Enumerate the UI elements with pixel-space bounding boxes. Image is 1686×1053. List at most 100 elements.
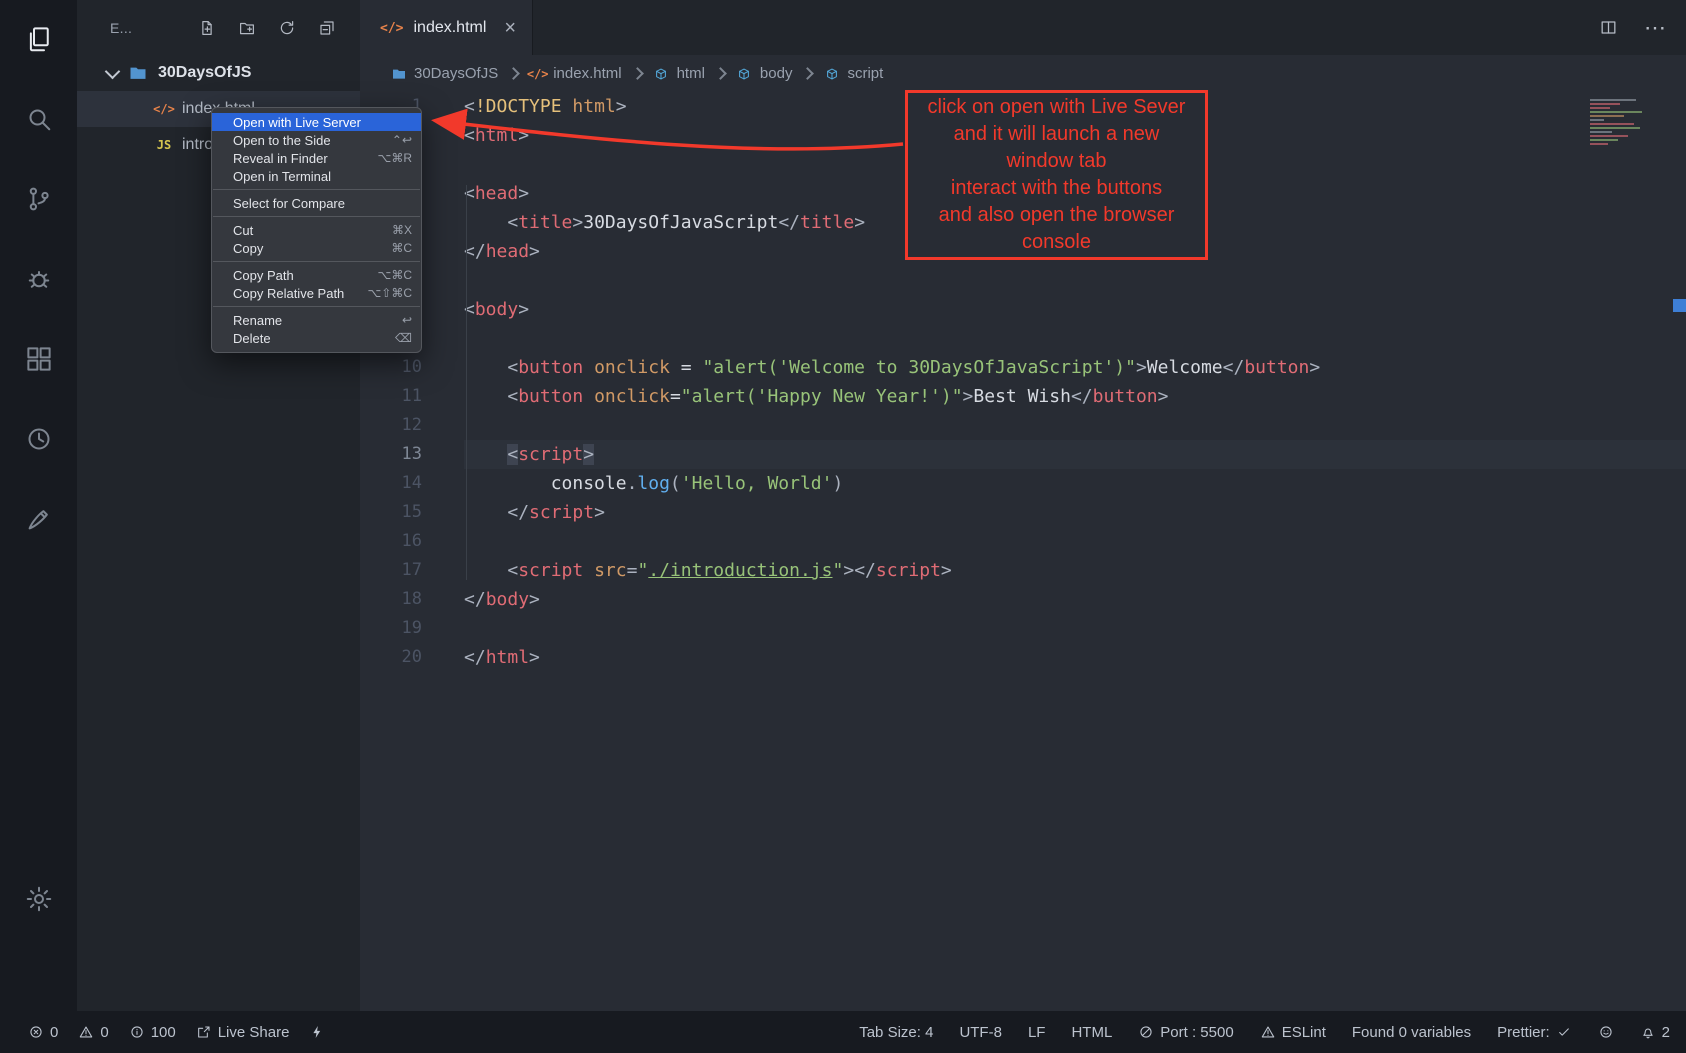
status-label: Found 0 variables (1352, 1024, 1471, 1041)
line-number: 20 (360, 643, 422, 672)
activity-feedback-button[interactable] (0, 493, 77, 545)
slash-circle-icon (1138, 1024, 1154, 1040)
editor-actions: ⋯ (1599, 0, 1686, 55)
debug-icon (24, 264, 54, 294)
refresh-explorer-button[interactable] (278, 19, 296, 37)
status-label: LF (1028, 1024, 1046, 1041)
error-circle-icon (28, 1024, 44, 1040)
indent-guide (466, 185, 467, 580)
activity-explorer-button[interactable] (0, 13, 77, 65)
tab-size[interactable]: Tab Size: 4 (859, 1024, 933, 1041)
menu-separator (213, 189, 420, 190)
new-folder-button[interactable] (238, 19, 256, 37)
smiley-icon (1598, 1024, 1614, 1040)
root-folder-label: 30DaysOfJS (158, 64, 251, 82)
code-line: 16 (360, 527, 1686, 556)
js-file-icon: JS (155, 138, 173, 152)
tab-label: index.html (413, 19, 486, 37)
tab-bar: </> index.html × ⋯ (360, 0, 1686, 55)
menu-item-label: Rename (233, 313, 282, 328)
problems-info[interactable]: 100 (129, 1024, 176, 1041)
close-icon[interactable]: × (504, 18, 516, 38)
menu-item-cut[interactable]: Cut⌘X (212, 221, 421, 239)
menu-item-shortcut: ⌥⌘C (378, 268, 413, 282)
quick-actions[interactable] (309, 1024, 325, 1040)
breadcrumb-item-30daysofjs[interactable]: 30DaysOfJS (390, 65, 498, 82)
menu-item-label: Cut (233, 223, 253, 238)
live-share[interactable]: Live Share (196, 1024, 290, 1041)
language-mode[interactable]: HTML (1071, 1024, 1112, 1041)
live-server-port[interactable]: Port : 5500 (1138, 1024, 1233, 1041)
menu-item-label: Delete (233, 331, 271, 346)
menu-item-label: Open in Terminal (233, 169, 331, 184)
menu-item-open-in-terminal[interactable]: Open in Terminal (212, 167, 421, 185)
activity-source-control-button[interactable] (0, 173, 77, 225)
new-file-button[interactable] (198, 19, 216, 37)
collapse-folders-button[interactable] (318, 19, 336, 37)
search-icon (24, 104, 54, 134)
status-label: ESLint (1282, 1024, 1326, 1041)
line-number: 14 (360, 469, 422, 498)
chevron-right-icon (507, 67, 520, 80)
activity-clock-button[interactable] (0, 413, 77, 465)
prettier[interactable]: Prettier: (1497, 1024, 1572, 1041)
explorer-actions (198, 19, 336, 37)
bell-icon (1640, 1024, 1656, 1040)
activity-bar-bottom (0, 873, 77, 1011)
menu-item-label: Select for Compare (233, 196, 345, 211)
more-actions-icon[interactable]: ⋯ (1644, 17, 1666, 39)
new-file-icon (198, 19, 216, 37)
menu-item-delete[interactable]: Delete⌫ (212, 329, 421, 347)
menu-item-rename[interactable]: Rename↩ (212, 311, 421, 329)
line-number: 17 (360, 556, 422, 585)
split-editor-icon[interactable] (1599, 18, 1618, 37)
notifications[interactable]: 2 (1640, 1024, 1670, 1041)
line-content: <script src="./introduction.js"></script… (464, 556, 1686, 585)
line-content (464, 266, 1686, 295)
line-content: </html> (464, 643, 1686, 672)
problems-warnings[interactable]: 0 (78, 1024, 108, 1041)
line-content: </body> (464, 585, 1686, 614)
breadcrumb-item-script[interactable]: script (823, 65, 883, 82)
source-control-icon (24, 184, 54, 214)
minimap[interactable] (1586, 96, 1672, 150)
html-file-icon: </> (529, 67, 546, 81)
refresh-icon (278, 19, 296, 37)
breadcrumb-item-html[interactable]: html (653, 65, 705, 82)
tree-root-folder[interactable]: 30DaysOfJS (77, 55, 360, 91)
folder-icon (128, 63, 148, 83)
encoding[interactable]: UTF-8 (959, 1024, 1002, 1041)
status-label: HTML (1071, 1024, 1112, 1041)
breadcrumb-item-body[interactable]: body (736, 65, 793, 82)
status-label: 0 (100, 1024, 108, 1041)
found-variables[interactable]: Found 0 variables (1352, 1024, 1471, 1041)
menu-item-copy-relative-path[interactable]: Copy Relative Path⌥⇧⌘C (212, 284, 421, 302)
menu-item-copy[interactable]: Copy⌘C (212, 239, 421, 257)
eslint[interactable]: ESLint (1260, 1024, 1326, 1041)
line-number: 15 (360, 498, 422, 527)
extensions-icon (24, 344, 54, 374)
menu-item-open-with-live-server[interactable]: Open with Live Server (212, 113, 421, 131)
activity-extensions-button[interactable] (0, 333, 77, 385)
problems-errors[interactable]: 0 (28, 1024, 58, 1041)
activity-bar-top (0, 0, 77, 545)
activity-run-debug-button[interactable] (0, 253, 77, 305)
menu-item-select-for-compare[interactable]: Select for Compare (212, 194, 421, 212)
menu-item-copy-path[interactable]: Copy Path⌥⌘C (212, 266, 421, 284)
status-label: UTF-8 (959, 1024, 1002, 1041)
code-line: 18</body> (360, 585, 1686, 614)
menu-item-reveal-in-finder[interactable]: Reveal in Finder⌥⌘R (212, 149, 421, 167)
feedback-smiley[interactable] (1598, 1024, 1614, 1040)
end-of-line[interactable]: LF (1028, 1024, 1046, 1041)
breadcrumb-item-index-html[interactable]: </>index.html (529, 65, 621, 82)
menu-item-label: Copy Relative Path (233, 286, 344, 301)
check-icon (1556, 1024, 1572, 1040)
symbol-cube-icon (736, 66, 753, 82)
html-file-icon: </> (155, 102, 173, 116)
menu-item-open-to-the-side[interactable]: Open to the Side⌃↩ (212, 131, 421, 149)
clock-icon (24, 424, 54, 454)
tab-index-html[interactable]: </> index.html × (360, 0, 533, 55)
activity-settings-button[interactable] (0, 873, 77, 925)
activity-search-button[interactable] (0, 93, 77, 145)
status-label: Port : 5500 (1160, 1024, 1233, 1041)
